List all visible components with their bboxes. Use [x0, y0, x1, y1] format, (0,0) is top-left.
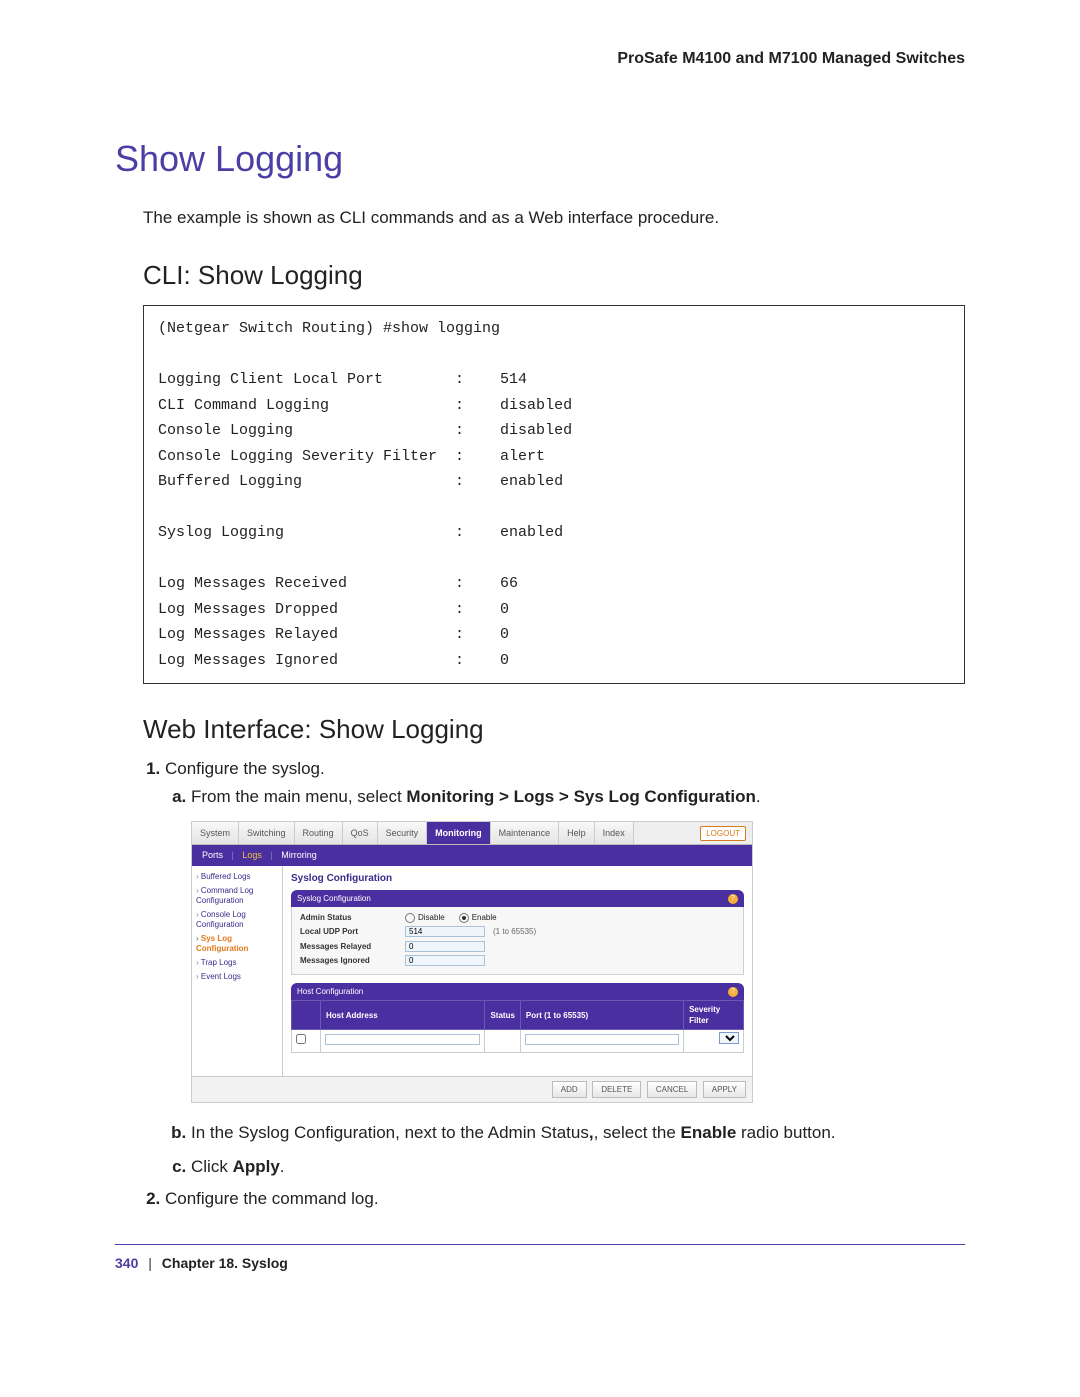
- tab-switching[interactable]: Switching: [239, 822, 295, 845]
- document-header: ProSafe M4100 and M7100 Managed Switches: [115, 50, 965, 68]
- step-2: Configure the command log.: [165, 1189, 965, 1209]
- tab-system[interactable]: System: [192, 822, 239, 845]
- sidebar-item-command-log[interactable]: Command Log Configuration: [196, 886, 278, 906]
- syslog-config-body: Admin Status Disable Enable Local UDP Po…: [291, 907, 744, 975]
- host-col-port: Port (1 to 65535): [520, 1001, 683, 1030]
- help-icon[interactable]: ?: [728, 894, 738, 904]
- local-udp-hint: (1 to 65535): [493, 926, 536, 937]
- host-col-status: Status: [485, 1001, 520, 1030]
- disable-radio[interactable]: Disable: [405, 912, 445, 923]
- host-config-table: Host Address Status Port (1 to 65535) Se…: [291, 1000, 744, 1053]
- main-panel: Syslog Configuration Syslog Configuratio…: [283, 866, 752, 1076]
- cancel-button[interactable]: CANCEL: [647, 1081, 697, 1098]
- tab-maintenance[interactable]: Maintenance: [491, 822, 560, 845]
- local-udp-input[interactable]: [405, 926, 485, 937]
- host-table-row: [292, 1030, 744, 1052]
- host-config-header-label: Host Configuration: [297, 986, 363, 997]
- step-1c: Click Apply.: [191, 1155, 965, 1179]
- step-1b-pre: In the Syslog Configuration, next to the…: [191, 1123, 589, 1142]
- step-1b-bold: Enable: [681, 1123, 737, 1142]
- logout-area: LOGOUT: [694, 822, 752, 845]
- step-1a-post: .: [756, 787, 761, 806]
- sidebar-item-trap-logs[interactable]: Trap Logs: [196, 958, 278, 968]
- step-1c-bold: Apply: [233, 1157, 280, 1176]
- add-button[interactable]: ADD: [552, 1081, 587, 1098]
- relayed-value: [405, 941, 485, 952]
- footer-button-bar: ADD DELETE CANCEL APPLY: [192, 1076, 752, 1102]
- cli-heading: CLI: Show Logging: [143, 260, 965, 291]
- tab-qos[interactable]: QoS: [343, 822, 378, 845]
- page-number: 340: [115, 1255, 138, 1271]
- section-intro: The example is shown as CLI commands and…: [143, 208, 965, 228]
- cli-output-block: (Netgear Switch Routing) #show logging L…: [143, 305, 965, 684]
- panel-main-title: Syslog Configuration: [291, 872, 744, 886]
- step-1b: In the Syslog Configuration, next to the…: [191, 1121, 965, 1145]
- steps-list: Configure the syslog. From the main menu…: [143, 759, 965, 1209]
- step-1b-mid: , select the: [594, 1123, 681, 1142]
- ignored-label: Messages Ignored: [300, 955, 405, 966]
- step-1a-pre: From the main menu, select: [191, 787, 406, 806]
- host-row-checkbox[interactable]: [296, 1034, 306, 1044]
- host-col-checkbox: [292, 1001, 321, 1030]
- enable-radio[interactable]: Enable: [459, 912, 497, 923]
- delete-button[interactable]: DELETE: [592, 1081, 641, 1098]
- step-1-text: Configure the syslog.: [165, 759, 325, 778]
- tab-help[interactable]: Help: [559, 822, 595, 845]
- subtab-ports[interactable]: Ports: [202, 850, 223, 860]
- step-1: Configure the syslog. From the main menu…: [165, 759, 965, 1179]
- syslog-config-header-label: Syslog Configuration: [297, 893, 371, 904]
- step-1b-post: radio button.: [736, 1123, 835, 1142]
- web-ui-screenshot: System Switching Routing QoS Security Mo…: [191, 821, 753, 1103]
- relayed-label: Messages Relayed: [300, 941, 405, 952]
- sidebar-item-syslog[interactable]: Sys Log Configuration: [196, 934, 278, 954]
- web-heading: Web Interface: Show Logging: [143, 714, 965, 745]
- tab-security[interactable]: Security: [378, 822, 428, 845]
- sub-tab-bar: Ports | Logs | Mirroring: [192, 845, 752, 866]
- chapter-label: Chapter 18. Syslog: [162, 1255, 288, 1271]
- host-status-cell: [485, 1030, 520, 1052]
- section-heading: Show Logging: [115, 138, 965, 180]
- subtab-sep: |: [232, 850, 234, 860]
- subtab-sep: |: [270, 850, 272, 860]
- sidebar: Buffered Logs Command Log Configuration …: [192, 866, 283, 1076]
- tab-routing[interactable]: Routing: [295, 822, 343, 845]
- ignored-value: [405, 955, 485, 966]
- logout-button[interactable]: LOGOUT: [700, 826, 746, 841]
- subtab-mirroring[interactable]: Mirroring: [281, 850, 317, 860]
- host-col-address: Host Address: [321, 1001, 485, 1030]
- host-address-input[interactable]: [325, 1034, 480, 1045]
- step-1c-post: .: [280, 1157, 285, 1176]
- help-icon[interactable]: ?: [728, 987, 738, 997]
- step-1c-pre: Click: [191, 1157, 233, 1176]
- tab-index[interactable]: Index: [595, 822, 634, 845]
- local-udp-label: Local UDP Port: [300, 926, 405, 937]
- admin-status-label: Admin Status: [300, 912, 405, 923]
- syslog-config-header: Syslog Configuration ?: [291, 890, 744, 907]
- tab-monitoring[interactable]: Monitoring: [427, 822, 491, 845]
- host-col-severity: Severity Filter: [684, 1001, 744, 1030]
- subtab-logs[interactable]: Logs: [242, 850, 262, 860]
- disable-radio-label: Disable: [418, 912, 445, 923]
- enable-radio-label: Enable: [472, 912, 497, 923]
- sidebar-item-event-logs[interactable]: Event Logs: [196, 972, 278, 982]
- host-config-header: Host Configuration ?: [291, 983, 744, 1000]
- step-2-text: Configure the command log.: [165, 1189, 379, 1208]
- host-severity-select[interactable]: [719, 1032, 739, 1044]
- footer-separator: |: [148, 1255, 152, 1271]
- sidebar-item-console-log[interactable]: Console Log Configuration: [196, 910, 278, 930]
- apply-button[interactable]: APPLY: [703, 1081, 746, 1098]
- sidebar-item-buffered-logs[interactable]: Buffered Logs: [196, 872, 278, 882]
- step-1a: From the main menu, select Monitoring > …: [191, 785, 965, 1103]
- page-footer: 340 | Chapter 18. Syslog: [115, 1244, 965, 1271]
- top-tab-bar: System Switching Routing QoS Security Mo…: [192, 822, 752, 846]
- host-port-input[interactable]: [525, 1034, 679, 1045]
- step-1a-bold: Monitoring > Logs > Sys Log Configuratio…: [406, 787, 755, 806]
